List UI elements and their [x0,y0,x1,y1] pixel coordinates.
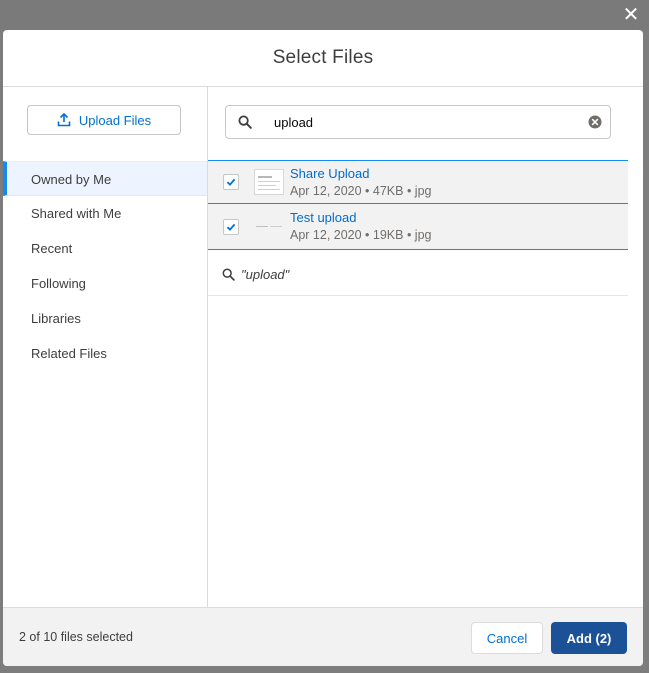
sidebar-item-shared-with-me[interactable]: Shared with Me [3,196,207,231]
sidebar-item-recent[interactable]: Recent [3,231,207,266]
search-suggestion-text: "upload" [241,266,290,282]
file-thumbnail [254,214,284,240]
upload-icon [57,113,71,127]
sidebar-nav: Owned by Me Shared with Me Recent Follow… [3,161,207,371]
file-checkbox[interactable] [223,218,239,235]
sidebar: Upload Files Owned by Me Shared with Me … [3,87,208,607]
file-name[interactable]: Share Upload [290,166,432,182]
check-icon [226,178,236,186]
selected-count: 2 of 10 files selected [19,630,133,644]
search-icon [222,267,236,281]
close-icon[interactable]: ✕ [619,2,643,26]
search-box [225,105,611,139]
cancel-button[interactable]: Cancel [471,622,543,654]
select-files-modal: Select Files Upload Files Owned by Me Sh… [3,30,643,666]
file-row-share-upload[interactable]: Share Upload Apr 12, 2020 • 47KB • jpg [208,160,628,204]
add-button[interactable]: Add (2) [551,622,627,654]
file-name[interactable]: Test upload [290,210,432,226]
file-checkbox[interactable] [223,174,239,190]
clear-icon[interactable] [580,105,610,139]
modal-body: Upload Files Owned by Me Shared with Me … [3,87,643,607]
modal-title: Select Files [272,47,374,68]
file-meta: Apr 12, 2020 • 19KB • jpg [290,228,432,242]
upload-files-button[interactable]: Upload Files [27,105,181,135]
modal-backdrop [0,0,649,30]
file-row-test-upload[interactable]: Test upload Apr 12, 2020 • 19KB • jpg [208,204,628,250]
sidebar-item-following[interactable]: Following [3,266,207,301]
check-icon [226,223,236,231]
file-browser: Share Upload Apr 12, 2020 • 47KB • jpg [208,87,643,607]
file-list: Share Upload Apr 12, 2020 • 47KB • jpg T… [208,160,628,250]
search-all-suggestion[interactable]: "upload" [208,253,628,296]
modal-footer: 2 of 10 files selected Cancel Add (2) [3,607,643,666]
upload-files-label: Upload Files [78,112,152,128]
modal-header: Select Files [3,30,643,87]
sidebar-item-owned-by-me[interactable]: Owned by Me [3,161,207,196]
sidebar-item-related-files[interactable]: Related Files [3,336,207,371]
search-icon [230,105,260,139]
file-thumbnail [254,169,284,195]
file-meta: Apr 12, 2020 • 47KB • jpg [290,183,432,198]
sidebar-item-libraries[interactable]: Libraries [3,301,207,336]
search-input[interactable] [260,106,580,138]
